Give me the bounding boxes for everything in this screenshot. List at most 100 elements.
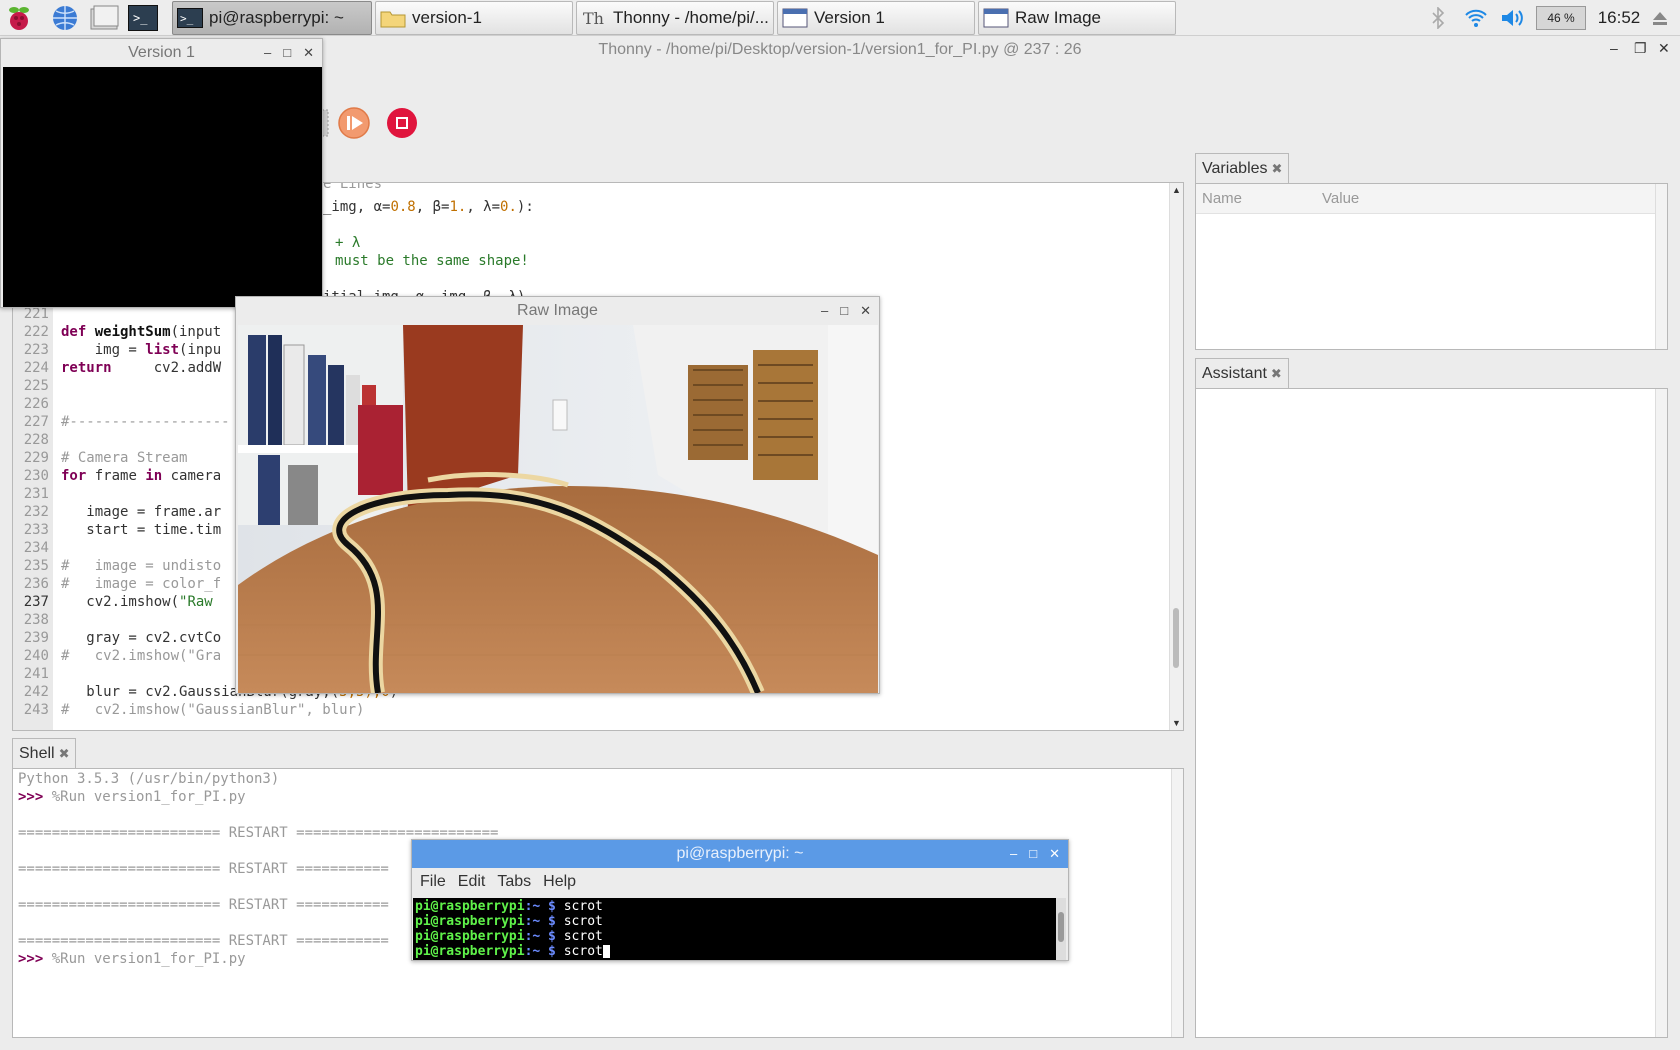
code-line: img = list(inpu [61, 342, 222, 358]
line-number: 237 [23, 594, 49, 610]
close-tab-icon[interactable]: ✖ [59, 746, 70, 762]
battery-indicator[interactable]: 46 % [1536, 6, 1586, 30]
line-number: 227 [23, 414, 49, 430]
tab-label: Shell [19, 744, 55, 762]
line-number: 231 [23, 486, 49, 502]
web-browser-icon[interactable] [50, 3, 80, 33]
resume-button[interactable] [337, 106, 371, 140]
shell-scrollbar[interactable] [1171, 769, 1183, 1037]
thonny-minimize-button[interactable]: – [1610, 40, 1618, 56]
clock[interactable]: 16:52 [1594, 6, 1644, 30]
line-number: 238 [23, 612, 49, 628]
battery-level: 46 % [1547, 11, 1575, 25]
close-icon[interactable]: ✕ [860, 297, 871, 325]
line-number: 233 [23, 522, 49, 538]
terminal-cursor [602, 945, 610, 958]
maximize-icon[interactable]: □ [840, 297, 848, 325]
terminal-menubar: File Edit Tabs Help [412, 868, 1068, 895]
line-number: 229 [23, 450, 49, 466]
terminal-line: pi@raspberrypi:~ $ scrot [415, 899, 603, 914]
terminal-line: pi@raspberrypi:~ $ scrot [415, 914, 603, 929]
tab-variables[interactable]: Variables ✖ [1195, 153, 1290, 183]
shell-line: ======================== RESTART =======… [18, 933, 389, 949]
code-line: # image = color_f [61, 576, 222, 592]
folder-icon [380, 7, 406, 29]
variables-pane: Name Value [1195, 183, 1668, 350]
thonny-close-button[interactable]: ✕ [1658, 40, 1670, 57]
menu-edit[interactable]: Edit [452, 873, 492, 891]
variables-col-value[interactable]: Value [1322, 190, 1359, 207]
variables-col-name[interactable]: Name [1202, 190, 1242, 207]
variables-scrollbar[interactable] [1655, 184, 1667, 349]
shell-line: >>> %Run version1_for_PI.py [18, 789, 246, 805]
line-number: 243 [23, 702, 49, 718]
task-raw-image[interactable]: Raw Image [978, 1, 1176, 35]
raw-image-title: Raw Image [517, 302, 598, 319]
window-icon [983, 7, 1009, 29]
line-number: 236 [23, 576, 49, 592]
code-line: #------------------- [61, 414, 230, 430]
menu-file[interactable]: File [414, 873, 452, 891]
line-number: 223 [23, 342, 49, 358]
tab-shell[interactable]: Shell ✖ [12, 738, 77, 768]
menu-help[interactable]: Help [537, 873, 582, 891]
version1-window: Version 1 – □ ✕ [0, 38, 323, 308]
minimize-icon[interactable]: – [821, 297, 828, 325]
maximize-icon[interactable]: □ [1029, 840, 1037, 868]
version1-title: Version 1 [128, 44, 195, 61]
close-tab-icon[interactable]: ✖ [1271, 366, 1282, 382]
line-number: 225 [23, 378, 49, 394]
clock-time: 16:52 [1597, 8, 1641, 27]
terminal-titlebar[interactable]: pi@raspberrypi: ~ – □ ✕ [412, 840, 1068, 868]
line-number: 242 [23, 684, 49, 700]
minimize-icon[interactable]: – [264, 39, 271, 67]
menu-tabs[interactable]: Tabs [491, 873, 537, 891]
close-icon[interactable]: ✕ [303, 39, 314, 67]
version1-titlebar[interactable]: Version 1 – □ ✕ [1, 39, 322, 67]
svg-text:>_: >_ [133, 11, 148, 25]
file-manager-icon[interactable] [90, 3, 120, 33]
editor-scrollbar[interactable]: ▲ ▼ [1169, 183, 1183, 730]
task-version1[interactable]: Version 1 [777, 1, 975, 35]
line-number: 239 [23, 630, 49, 646]
bluetooth-icon[interactable] [1428, 6, 1448, 30]
assistant-pane [1195, 388, 1668, 1038]
raspberry-menu-icon[interactable] [4, 3, 34, 33]
scroll-up-icon[interactable]: ▲ [1172, 185, 1181, 195]
wifi-icon[interactable] [1462, 6, 1490, 30]
minimize-icon[interactable]: – [1010, 840, 1017, 868]
raw-image-titlebar[interactable]: Raw Image – □ ✕ [236, 297, 879, 325]
line-number: 241 [23, 666, 49, 682]
volume-icon[interactable] [1498, 6, 1528, 30]
code-line: # image = undisto [61, 558, 222, 574]
line-number: 235 [23, 558, 49, 574]
maximize-icon[interactable]: □ [283, 39, 291, 67]
terminal-line: pi@raspberrypi:~ $ scrot [415, 944, 610, 959]
terminal-title: pi@raspberrypi: ~ [676, 845, 804, 862]
thonny-icon: Th [581, 7, 607, 29]
stop-button[interactable] [385, 106, 419, 140]
taskbar: >_ >_ pi@raspberrypi: ~ version-1 Th Tho… [0, 0, 1680, 36]
task-label: Raw Image [1015, 8, 1101, 27]
line-number: 224 [23, 360, 49, 376]
task-folder[interactable]: version-1 [375, 1, 573, 35]
scroll-down-icon[interactable]: ▼ [1172, 718, 1181, 728]
tab-assistant[interactable]: Assistant ✖ [1195, 358, 1289, 388]
editor-scroll-thumb[interactable] [1173, 608, 1179, 668]
code-line: return cv2.addW [61, 360, 222, 376]
svg-text:Th: Th [583, 9, 604, 28]
task-thonny[interactable]: Th Thonny - /home/pi/... [576, 1, 774, 35]
eject-icon[interactable] [1650, 6, 1670, 30]
terminal-output[interactable]: pi@raspberrypi:~ $ scrot pi@raspberrypi:~… [413, 898, 1057, 960]
close-icon[interactable]: ✕ [1049, 840, 1060, 868]
line-number: 228 [23, 432, 49, 448]
shell-line: Python 3.5.3 (/usr/bin/python3) [18, 771, 280, 787]
close-tab-icon[interactable]: ✖ [1272, 161, 1283, 177]
code-line-partial: + λ [335, 235, 361, 251]
terminal-scrollbar[interactable] [1056, 898, 1066, 960]
thonny-maximize-button[interactable]: ❐ [1634, 40, 1647, 57]
code-line-partial: must be the same shape! [335, 253, 529, 269]
terminal-launcher-icon[interactable]: >_ [128, 3, 158, 33]
task-terminal[interactable]: >_ pi@raspberrypi: ~ [172, 1, 372, 35]
assistant-scrollbar[interactable] [1655, 389, 1667, 1037]
